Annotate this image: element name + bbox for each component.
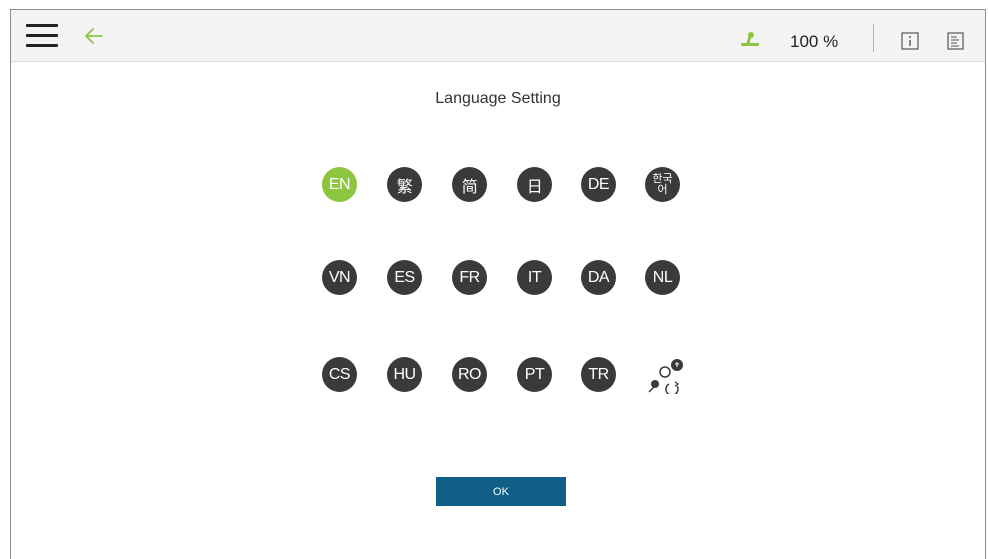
language-button[interactable]: FR [452,260,487,295]
log-icon[interactable] [947,32,964,50]
language-button[interactable]: DE [581,167,616,202]
divider [873,24,874,52]
language-button[interactable]: NL [645,260,680,295]
ok-button[interactable]: OK [436,477,566,506]
language-button[interactable]: EN [322,167,357,202]
robot-arm-icon[interactable] [739,31,761,47]
language-button[interactable]: ES [387,260,422,295]
menu-icon[interactable] [26,24,58,48]
language-button[interactable]: VN [322,260,357,295]
info-icon[interactable] [901,32,919,50]
language-button[interactable]: RO [452,357,487,392]
translate-icon[interactable] [643,358,685,394]
language-button[interactable]: DA [581,260,616,295]
language-button[interactable]: TR [581,357,616,392]
language-button[interactable]: 繁 [387,167,422,202]
app-window: 100 % Language Setting EN 繁简日 DE 한국 어 VN ES FR I… [10,9,986,559]
top-bar: 100 % [11,10,985,62]
language-button[interactable]: HU [387,357,422,392]
zoom-level: 100 % [790,32,839,51]
language-button[interactable]: 日 [517,167,552,202]
language-button[interactable]: 简 [452,167,487,202]
language-button[interactable]: PT [517,357,552,392]
language-button[interactable]: IT [517,260,552,295]
language-button[interactable]: 한국 어 [645,167,680,202]
page-title: Language Setting [435,90,561,107]
back-arrow-icon[interactable] [81,23,107,49]
language-button[interactable]: CS [322,357,357,392]
